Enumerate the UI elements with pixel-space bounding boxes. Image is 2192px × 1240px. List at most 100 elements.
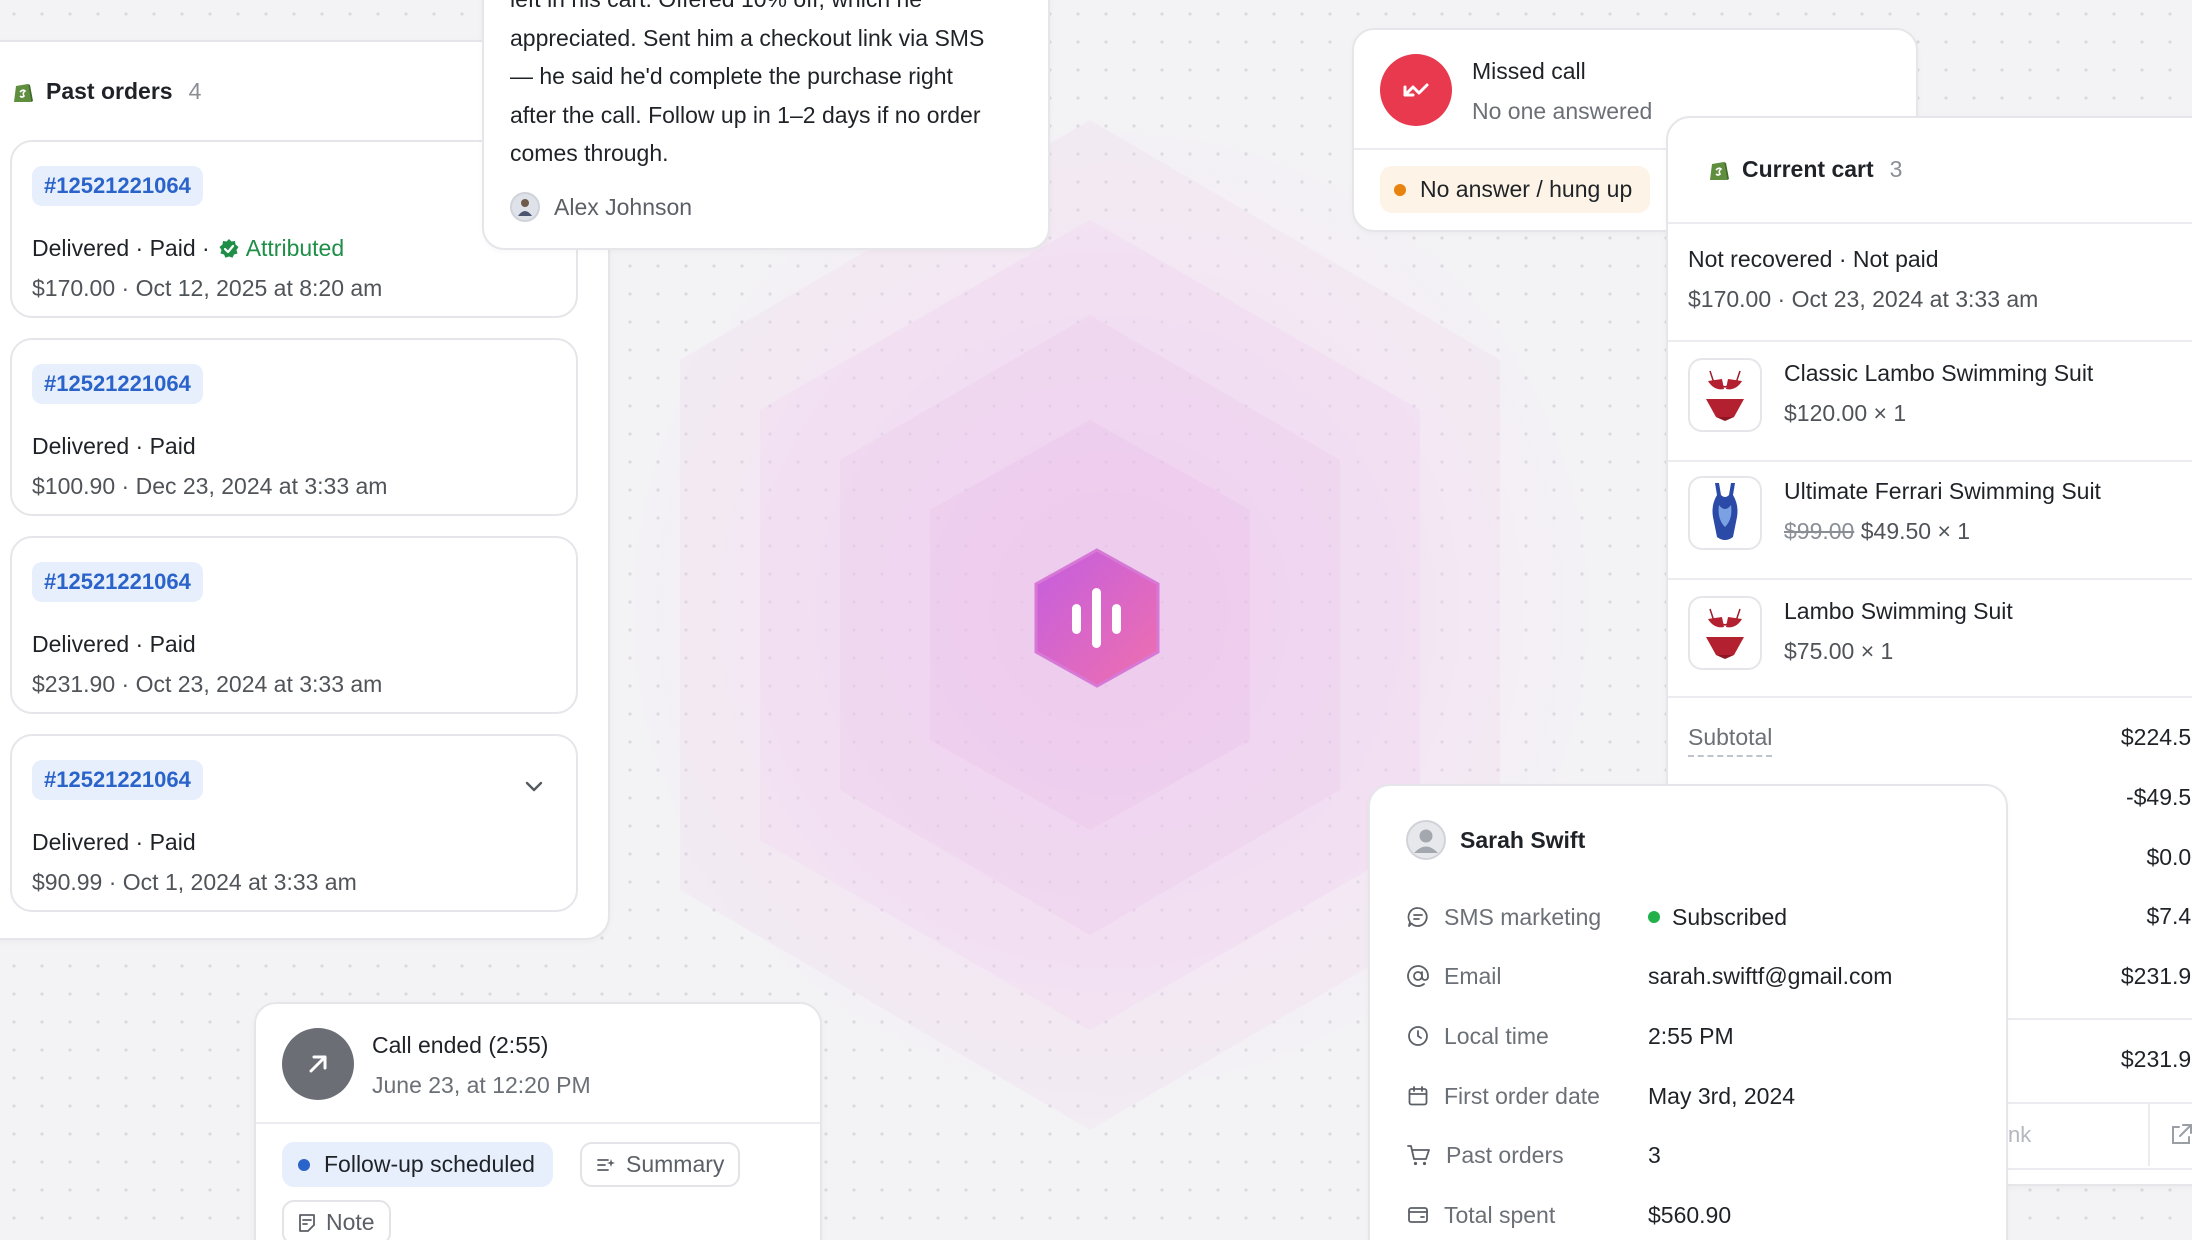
call-ended-subtitle: June 23, at 12:20 PM <box>372 1072 591 1098</box>
chat-bubble-icon <box>1407 907 1428 927</box>
profile-header: Sarah Swift <box>1406 820 1585 860</box>
current-cart-header: Current cart 3 <box>1708 156 1902 183</box>
author-avatar <box>510 192 540 222</box>
author-name: Alex Johnson <box>554 193 693 220</box>
external-link-icon[interactable] <box>2168 1122 2192 1148</box>
order-meta: $170.00 · Oct 12, 2025 at 8:20 am <box>32 275 383 301</box>
note-author: Alex Johnson <box>510 192 692 222</box>
email-value[interactable]: sarah.swiftf@gmail.com <box>1648 963 1892 990</box>
profile-row-email: Email sarah.swiftf@gmail.com <box>1406 956 1986 996</box>
order-status: Delivered · Paid <box>32 829 196 855</box>
total-spent-label: Total spent <box>1444 1201 1556 1228</box>
divider <box>1668 340 2192 342</box>
cart-item[interactable]: Ultimate Ferrari Swimming Suit $99.00 $4… <box>1688 476 2192 594</box>
checkout-link-label[interactable]: nk <box>2008 1122 2031 1148</box>
missed-call-icon <box>1380 54 1452 126</box>
profile-row-first-order: First order date May 3rd, 2024 <box>1406 1076 1986 1116</box>
user-avatar-icon <box>1406 820 1446 860</box>
local-time-label: Local time <box>1444 1022 1549 1049</box>
voice-assistant-icon[interactable] <box>1030 546 1164 690</box>
sale-price: $49.50 × 1 <box>1860 518 1971 544</box>
call-outcome-label: No answer / hung up <box>1420 176 1633 202</box>
note-text: left in his cart. Offered 10% off, which… <box>510 0 1030 173</box>
note-icon <box>299 1213 315 1232</box>
call-outcome-tag[interactable]: No answer / hung up <box>1380 166 1651 213</box>
order-card[interactable]: #12521221064 Delivered · Paid $90.99 · O… <box>10 734 578 912</box>
cart-item-name: Classic Lambo Swimming Suit <box>1784 360 2094 386</box>
green-dot-icon <box>1648 911 1660 923</box>
missed-call-title: Missed call <box>1472 58 1586 84</box>
past-orders-title: Past orders <box>46 78 173 104</box>
order-card[interactable]: #12521221064 Delivered · Paid $231.90 · … <box>10 536 578 714</box>
cart-item[interactable]: Classic Lambo Swimming Suit $120.00 × 1 <box>1688 358 2192 476</box>
total-spent-value: $560.90 <box>1648 1201 1732 1228</box>
summary-icon <box>597 1158 615 1171</box>
shopify-icon <box>14 83 33 102</box>
divider <box>1668 696 2192 698</box>
call-ended-title: Call ended (2:55) <box>372 1032 549 1058</box>
summary-label: Summary <box>626 1151 725 1177</box>
cart-item-price: $75.00 × 1 <box>1784 638 1894 664</box>
order-status: Delivered · Paid <box>32 631 196 657</box>
red-bikini-icon <box>1706 608 1744 659</box>
note-label: Note <box>326 1209 375 1235</box>
note-line: left in his cart. Offered 10% off, which… <box>510 0 1030 19</box>
order-id-link[interactable]: #12521221064 <box>32 364 203 404</box>
chevron-down-icon[interactable] <box>522 774 546 798</box>
cart-item-price: $99.00 $49.50 × 1 <box>1784 518 1970 545</box>
order-id-link[interactable]: #12521221064 <box>32 760 203 800</box>
subtotal-value: $224.50 <box>2120 724 2192 750</box>
past-orders-count: 4 <box>188 78 202 104</box>
past-orders-label: Past orders <box>1446 1141 1564 1168</box>
cart-item-name: Ultimate Ferrari Swimming Suit <box>1784 478 2101 504</box>
shipping-value: $0.00 <box>2146 844 2192 870</box>
paid-value: $231.90 <box>2120 1046 2192 1072</box>
cart-item-price: $120.00 × 1 <box>1784 400 1907 426</box>
order-meta: $100.90 · Dec 23, 2024 at 3:33 am <box>32 473 388 499</box>
divider <box>1668 222 2192 224</box>
note-button[interactable]: Note <box>282 1200 391 1240</box>
cart-item-name: Lambo Swimming Suit <box>1784 598 2013 624</box>
order-card[interactable]: #12521221064 Delivered · Paid $100.90 · … <box>10 338 578 516</box>
order-status: Delivered · Paid · <box>32 235 210 261</box>
summary-button[interactable]: Summary <box>580 1142 741 1187</box>
product-thumbnail <box>1688 596 1762 670</box>
divider <box>256 1122 820 1124</box>
missed-call-subtitle: No one answered <box>1472 98 1653 124</box>
blue-dot-icon <box>298 1158 310 1171</box>
product-thumbnail <box>1688 476 1762 550</box>
clock-icon <box>1408 1026 1428 1046</box>
sms-label: SMS marketing <box>1444 903 1602 930</box>
tax-value: $7.40 <box>2146 903 2192 929</box>
subtotal-label[interactable]: Subtotal <box>1688 724 1773 757</box>
past-orders-value: 3 <box>1648 1141 1661 1168</box>
discount-value: -$49.50 <box>2125 784 2192 810</box>
divider <box>2148 1104 2150 1166</box>
current-cart-count: 3 <box>1889 156 1903 182</box>
note-line: appreciated. Sent him a checkout link vi… <box>510 24 985 51</box>
cart-status: Not recovered · Not paid <box>1688 246 1939 272</box>
calendar-icon <box>1408 1086 1428 1106</box>
email-label: Email <box>1444 962 1502 989</box>
note-line: comes through. <box>510 140 669 166</box>
note-line: — he said he'd complete the purchase rig… <box>510 63 953 89</box>
customer-name: Sarah Swift <box>1460 826 1586 853</box>
sms-value: Subscribed <box>1672 903 1788 930</box>
divider <box>1668 460 2192 462</box>
order-id-link[interactable]: #12521221064 <box>32 166 203 206</box>
current-cart-title: Current cart <box>1742 156 1874 182</box>
profile-row-total-spent: Total spent $560.90 <box>1406 1195 1986 1235</box>
attributed-badge: Attributed <box>218 235 344 262</box>
blue-swimsuit-icon <box>1712 483 1738 540</box>
order-meta: $90.99 · Oct 1, 2024 at 3:33 am <box>32 869 357 895</box>
order-meta: $231.90 · Oct 23, 2024 at 3:33 am <box>32 671 383 697</box>
follow-up-tag[interactable]: Follow-up scheduled <box>282 1142 553 1187</box>
shopify-icon <box>1710 161 1729 180</box>
verified-check-icon <box>219 238 239 258</box>
order-id-link[interactable]: #12521221064 <box>32 562 203 602</box>
outgoing-call-icon <box>282 1028 354 1100</box>
profile-row-sms: SMS marketing Subscribed <box>1406 897 1986 937</box>
call-ended-card: Call ended (2:55) June 23, at 12:20 PM F… <box>254 1002 822 1240</box>
divider <box>1668 578 2192 580</box>
cart-meta: $170.00 · Oct 23, 2024 at 3:33 am <box>1688 286 2039 312</box>
